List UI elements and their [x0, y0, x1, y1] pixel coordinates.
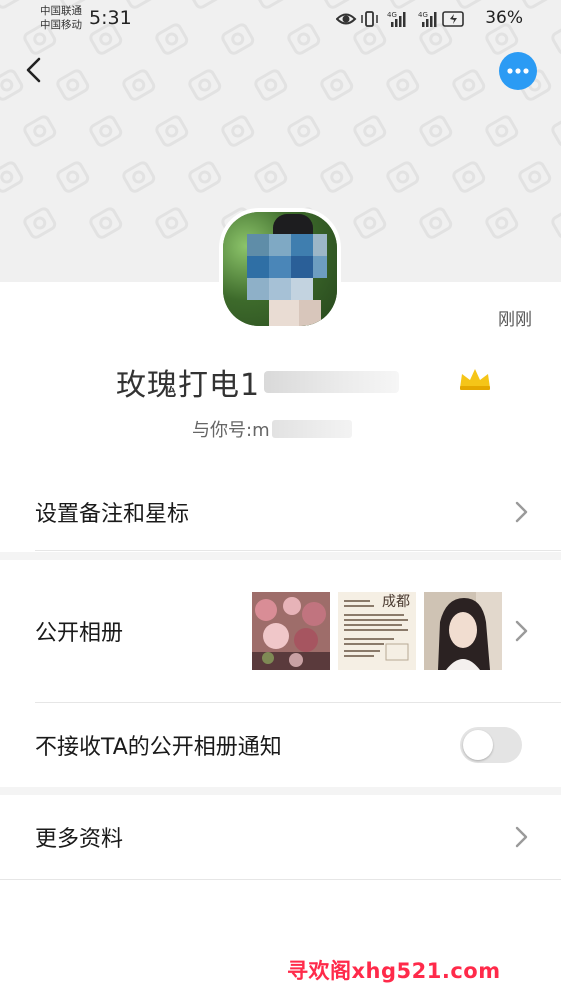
last-seen-time: 刚刚: [498, 310, 532, 330]
status-bar: 中国联通 中国移动 5:31 4G 4G 36%: [0, 0, 561, 40]
pattern-camera-icon: [56, 69, 90, 101]
carrier-names: 中国联通 中国移动: [40, 4, 82, 32]
status-time: 5:31: [89, 7, 132, 29]
chevron-right-icon: [515, 826, 528, 848]
pattern-camera-icon: [254, 69, 288, 101]
pattern-camera-icon: [320, 69, 354, 101]
pattern-camera-icon: [89, 207, 123, 239]
album-photo-portrait: [424, 592, 502, 670]
avatar-image: [223, 212, 337, 326]
pattern-camera-icon: [155, 207, 189, 239]
pattern-camera-icon: [452, 161, 486, 193]
signal-2-icon: 4G: [418, 11, 437, 27]
album-thumb-1[interactable]: [252, 592, 330, 670]
back-button[interactable]: [16, 52, 52, 88]
more-info-label: 更多资料: [35, 827, 124, 852]
pattern-camera-icon: [254, 161, 288, 193]
battery-percent: 36%: [485, 8, 523, 28]
pattern-camera-icon: [221, 115, 255, 147]
battery-icon: [442, 11, 464, 27]
chevron-left-icon: [26, 57, 41, 83]
public-album-row[interactable]: 公开相册 成都: [0, 560, 561, 702]
pattern-camera-icon: [122, 69, 156, 101]
pattern-camera-icon: [353, 115, 387, 147]
album-thumb-2[interactable]: 成都: [338, 592, 416, 670]
signal-1-icon: 4G: [387, 11, 406, 27]
divider: [0, 879, 561, 880]
pattern-camera-icon: [518, 161, 552, 193]
more-horizontal-icon: [507, 68, 529, 74]
relation-redacted: [271, 420, 352, 438]
crown-icon[interactable]: [456, 366, 494, 392]
more-options-button[interactable]: [499, 52, 537, 90]
status-icons: 4G 4G: [336, 11, 464, 27]
section-gap: [0, 787, 561, 795]
album-photo-text-poster: 成都: [338, 592, 416, 670]
pattern-camera-icon: [419, 207, 453, 239]
pattern-camera-icon: [188, 161, 222, 193]
vibrate-icon: [361, 11, 378, 27]
public-album-label: 公开相册: [35, 621, 124, 646]
divider: [35, 550, 561, 551]
pattern-camera-icon: [89, 115, 123, 147]
more-info-row[interactable]: 更多资料: [0, 795, 561, 879]
album-photo-flowers: [252, 592, 330, 670]
mute-album-notifications-toggle[interactable]: [460, 727, 522, 763]
pattern-camera-icon: [320, 161, 354, 193]
carrier-2: 中国移动: [40, 19, 82, 31]
pattern-camera-icon: [551, 115, 561, 147]
eye-icon: [336, 13, 357, 25]
watermark-text: 寻欢阁xhg521.com: [287, 959, 501, 983]
album-thumb-3[interactable]: [424, 592, 502, 670]
pattern-camera-icon: [23, 207, 57, 239]
pattern-camera-icon: [419, 115, 453, 147]
remark-and-star-label: 设置备注和星标: [35, 502, 190, 527]
relation-label: 与你号:m: [192, 420, 270, 441]
carrier-1: 中国联通: [40, 5, 82, 17]
pattern-camera-icon: [155, 115, 189, 147]
pattern-camera-icon: [56, 161, 90, 193]
network-2-label: 4G: [418, 11, 428, 19]
remark-and-star-row[interactable]: 设置备注和星标: [0, 474, 561, 550]
mute-album-notifications-label: 不接收TA的公开相册通知: [35, 735, 282, 760]
nickname: 玫瑰打电1: [116, 368, 261, 403]
avatar[interactable]: [219, 208, 341, 330]
pattern-camera-icon: [353, 207, 387, 239]
relation-row: 与你号:m: [192, 414, 352, 444]
pattern-camera-icon: [551, 207, 561, 239]
pattern-camera-icon: [122, 161, 156, 193]
section-gap: [0, 552, 561, 560]
nickname-redacted: [264, 371, 400, 393]
pattern-camera-icon: [485, 115, 519, 147]
toggle-knob: [463, 730, 493, 760]
pattern-camera-icon: [188, 69, 222, 101]
pattern-camera-icon: [287, 115, 321, 147]
pattern-camera-icon: [23, 115, 57, 147]
pattern-camera-icon: [386, 69, 420, 101]
pattern-camera-icon: [452, 69, 486, 101]
chevron-right-icon: [515, 501, 528, 523]
network-1-label: 4G: [387, 11, 397, 19]
nickname-row: 玫瑰打电1: [116, 360, 400, 404]
pattern-camera-icon: [485, 207, 519, 239]
mute-album-notifications-row: 不接收TA的公开相册通知: [0, 703, 561, 787]
pattern-camera-icon: [386, 161, 420, 193]
album-thumb-2-title: 成都: [382, 594, 410, 610]
pattern-camera-icon: [0, 161, 24, 193]
chevron-right-icon: [515, 620, 528, 642]
